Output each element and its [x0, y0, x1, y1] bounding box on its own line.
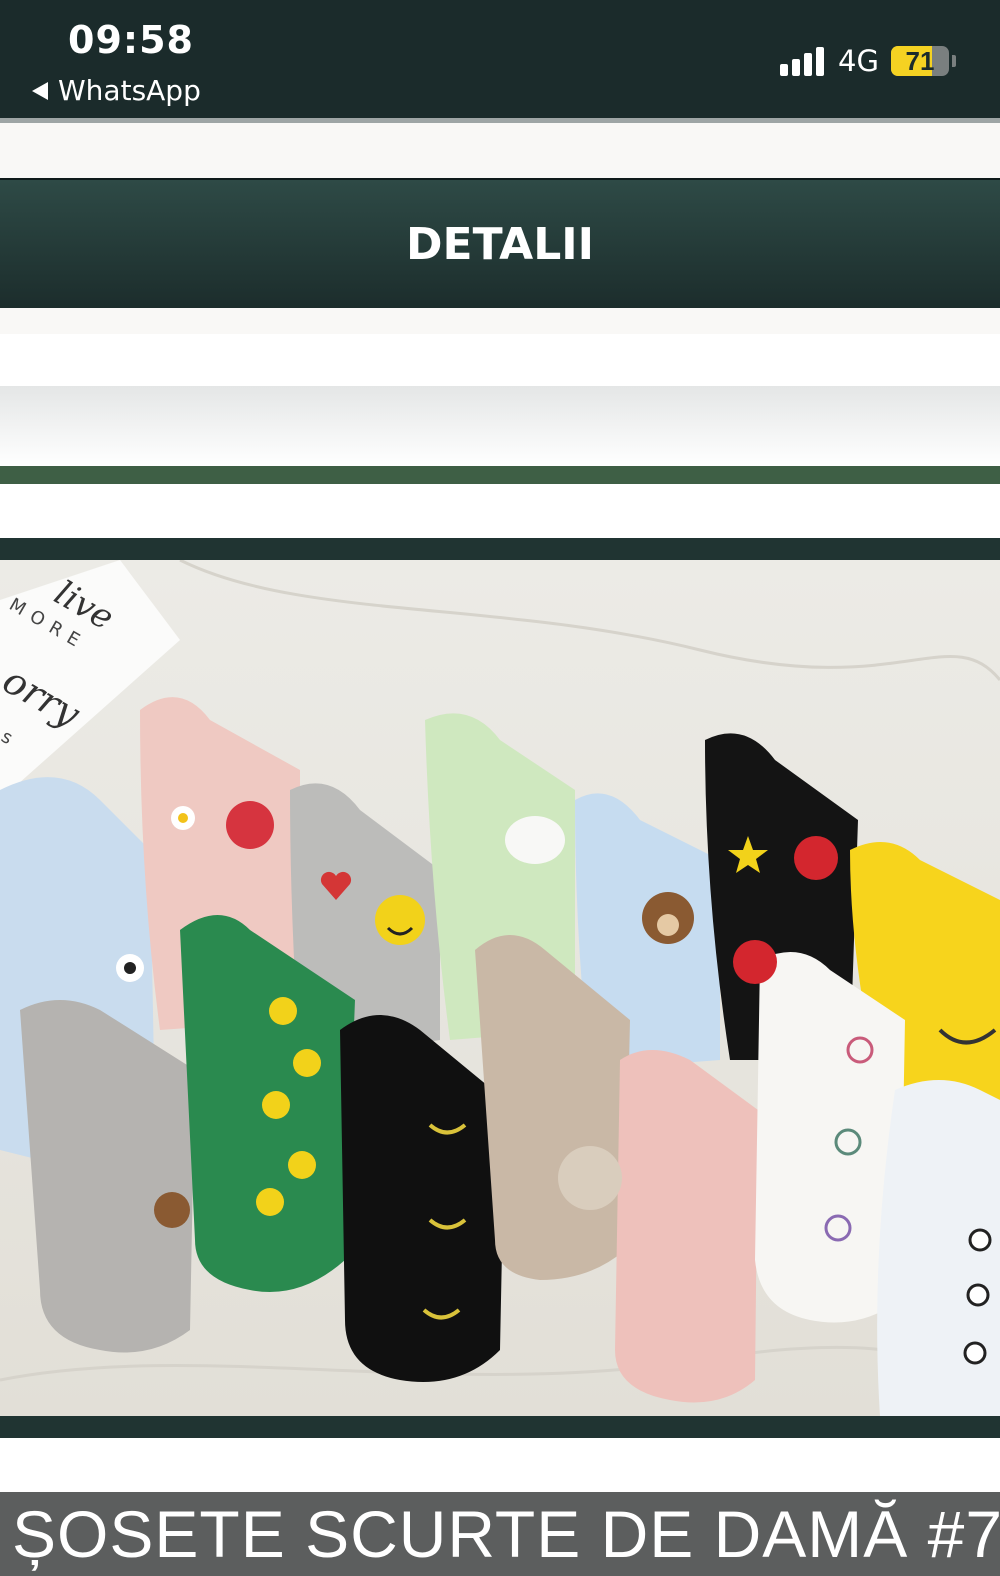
status-bar: 09:58 WhatsApp 4G 71	[0, 0, 1000, 118]
pink-plain-sock	[615, 1050, 758, 1403]
photo-top-border	[0, 538, 1000, 560]
product-photo[interactable]: live MORE orry s	[0, 560, 1000, 1416]
photo-bottom-border	[0, 1416, 1000, 1438]
product-photo-image: live MORE orry s	[0, 560, 1000, 1416]
battery-tip	[952, 55, 956, 67]
details-button-label: DETALII	[405, 218, 594, 270]
battery-icon: 71	[891, 46, 949, 76]
page-band	[0, 123, 1000, 178]
network-type: 4G	[838, 44, 879, 78]
status-time: 09:58	[68, 18, 194, 62]
back-to-app-link[interactable]: WhatsApp	[32, 74, 201, 107]
divider-band	[0, 386, 1000, 466]
product-title: ȘOSETE SCURTE DE DAMĂ #705	[12, 1497, 1000, 1571]
back-arrow-icon	[32, 81, 48, 100]
page-band	[0, 308, 1000, 334]
battery-percent: 71	[905, 46, 935, 76]
details-button[interactable]: DETALII	[0, 178, 1000, 310]
product-title-band: ȘOSETE SCURTE DE DAMĂ #705	[0, 1492, 1000, 1576]
back-app-label: WhatsApp	[58, 74, 201, 107]
green-divider	[0, 466, 1000, 484]
signal-bars-icon	[780, 46, 824, 76]
